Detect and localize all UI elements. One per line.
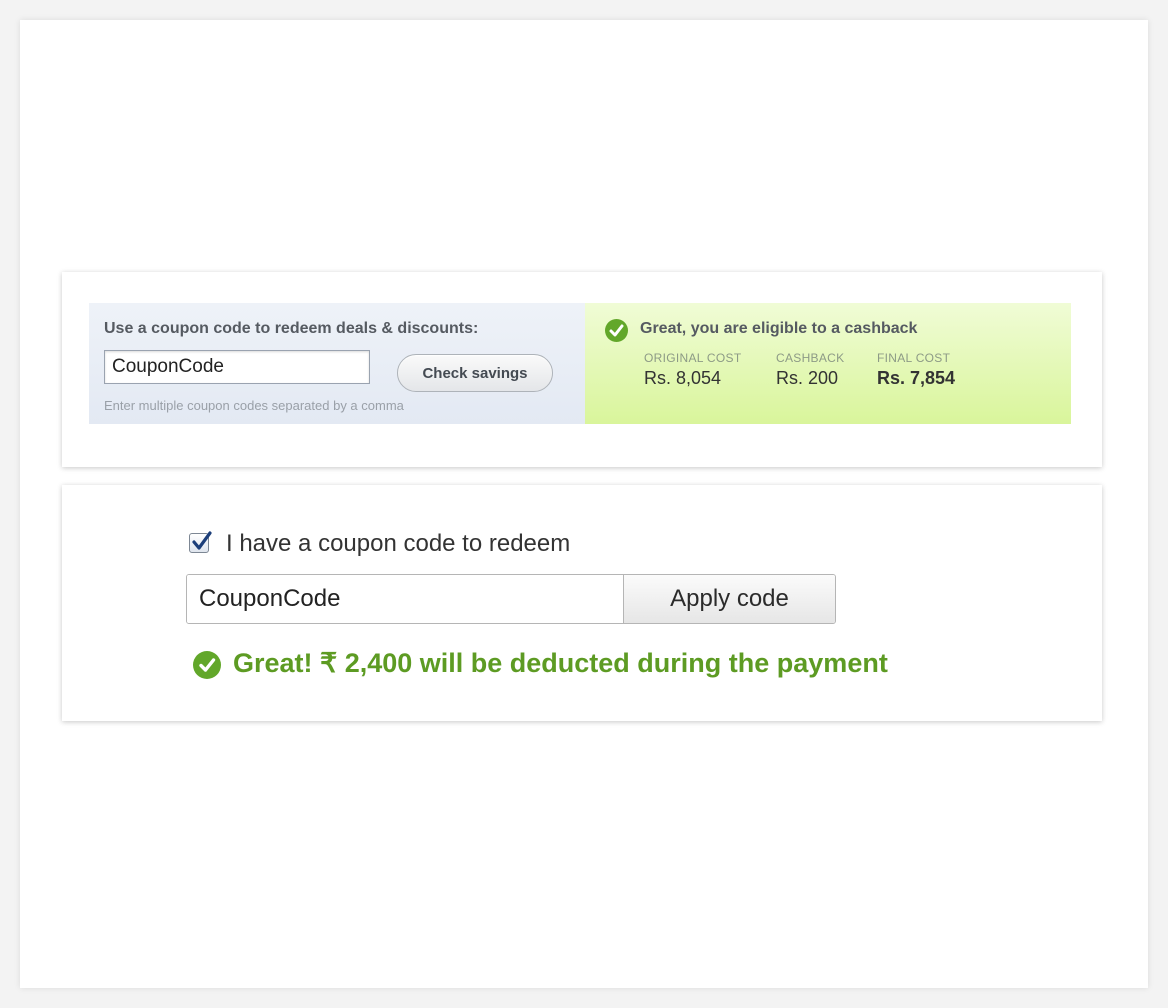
cashback-value: Rs. 200 [776, 368, 839, 388]
deduction-success-message: Great! ₹ 2,400 will be deducted during t… [233, 648, 888, 678]
final-cost-value: Rs. 7,854 [877, 368, 956, 388]
original-cost-column: ORIGINAL COST Rs. 8,054 [644, 351, 741, 389]
coupon-checkbox[interactable] [189, 531, 212, 553]
cashback-coupon-card: Use a coupon code to redeem deals & disc… [62, 272, 1102, 467]
coupon-entry-panel: Use a coupon code to redeem deals & disc… [89, 303, 585, 424]
original-cost-label: ORIGINAL COST [644, 351, 742, 365]
cashback-result-panel: Great, you are eligible to a cashback OR… [585, 303, 1071, 424]
cashback-eligible-message: Great, you are eligible to a cashback [640, 320, 918, 337]
coupon-hint-text: Enter multiple coupon codes separated by… [104, 398, 404, 413]
apply-code-button[interactable]: Apply code [624, 575, 835, 623]
check-circle-icon [605, 319, 628, 342]
coupon-panel-heading: Use a coupon code to redeem deals & disc… [104, 320, 479, 337]
cashback-column: CASHBACK Rs. 200 [776, 351, 844, 389]
final-cost-column: FINAL COST Rs. 7,854 [877, 351, 955, 389]
coupon-code-input[interactable] [104, 350, 370, 384]
coupon-checkbox-label[interactable]: I have a coupon code to redeem [226, 530, 570, 558]
cashback-label: CASHBACK [776, 351, 845, 365]
check-circle-icon [193, 651, 221, 679]
redeem-coupon-card: I have a coupon code to redeem Apply cod… [62, 485, 1102, 721]
original-cost-value: Rs. 8,054 [644, 368, 722, 388]
checkmark-icon [192, 531, 212, 550]
check-savings-button[interactable]: Check savings [397, 354, 553, 392]
coupon-input-group: Apply code [186, 574, 836, 624]
final-cost-label: FINAL COST [877, 351, 951, 365]
redeem-coupon-input[interactable] [187, 575, 624, 623]
